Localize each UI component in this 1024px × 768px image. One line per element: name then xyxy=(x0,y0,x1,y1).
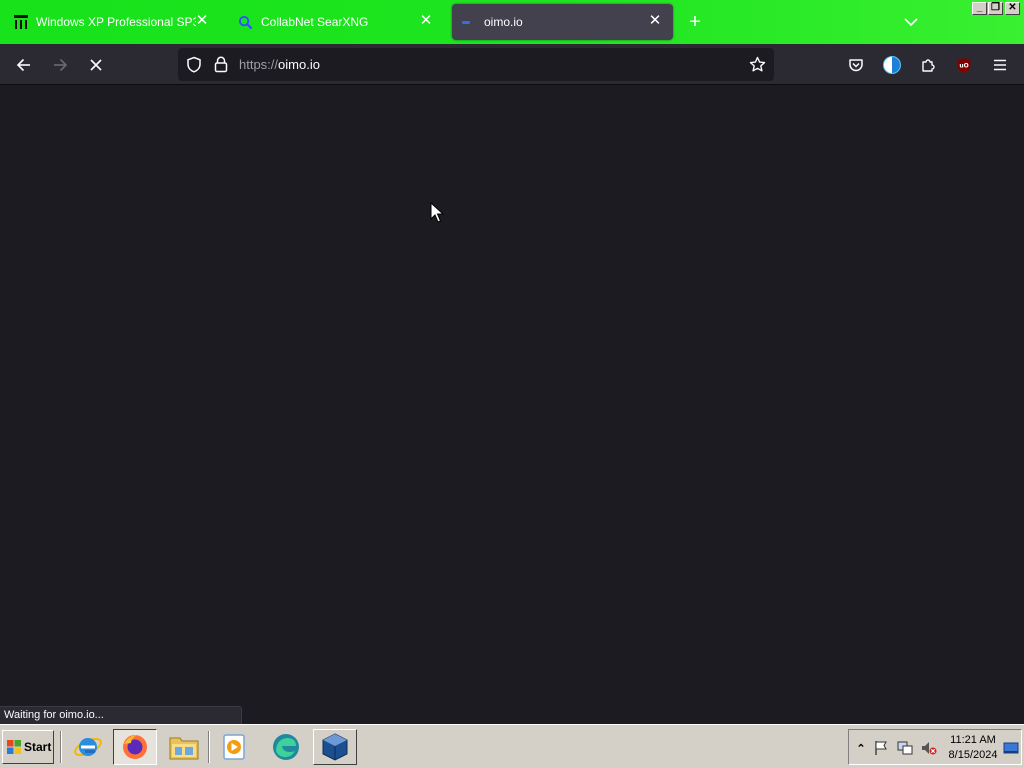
url-host: oimo.io xyxy=(278,57,320,72)
taskbar-internet-explorer[interactable] xyxy=(66,729,110,765)
speaker-icon xyxy=(922,742,937,755)
tab-searxng[interactable]: CollabNet SearXNG ✕ xyxy=(228,4,444,40)
show-desktop-icon xyxy=(1003,742,1019,754)
stop-loading-button[interactable] xyxy=(83,52,109,78)
tracking-protection-shield-icon[interactable] xyxy=(186,56,202,73)
network-icon[interactable] xyxy=(897,740,913,756)
windows-logo-icon xyxy=(7,740,21,754)
flag-icon xyxy=(875,741,887,755)
ublock-icon: uO xyxy=(957,57,971,73)
url-protocol: https:// xyxy=(239,57,279,72)
tab-strip: Windows XP Professional SP3 x86 ✕ Collab… xyxy=(0,0,1024,44)
museum-icon xyxy=(14,15,28,29)
app-menu-button[interactable] xyxy=(987,52,1013,78)
arrow-right-icon xyxy=(54,58,68,72)
searxng-icon xyxy=(238,15,253,29)
mouse-pointer-icon xyxy=(430,202,444,223)
taskbar-separator xyxy=(208,731,210,763)
internet-explorer-icon xyxy=(74,737,102,757)
close-icon xyxy=(90,59,102,71)
firefox-icon xyxy=(123,735,147,759)
action-center-flag-icon[interactable] xyxy=(873,740,889,756)
virtualbox-icon xyxy=(322,733,348,761)
close-tab-icon[interactable]: ✕ xyxy=(418,13,434,29)
taskbar-media-player[interactable] xyxy=(212,729,256,765)
url-text[interactable]: https://oimo.io xyxy=(239,57,320,72)
address-bar[interactable]: https://oimo.io xyxy=(178,48,774,81)
lock-icon[interactable] xyxy=(214,56,228,73)
minimize-button[interactable]: _ xyxy=(972,2,987,15)
volume-muted-icon[interactable] xyxy=(921,740,937,756)
clock-time: 11:21 AM xyxy=(950,734,996,746)
ublock-origin-button[interactable]: uO xyxy=(951,52,977,78)
media-player-icon xyxy=(223,734,245,760)
quick-launch-separator xyxy=(60,731,62,763)
clock-date: 8/15/2024 xyxy=(948,749,998,761)
page-content-area[interactable] xyxy=(0,85,1024,724)
list-all-tabs-icon[interactable] xyxy=(902,14,920,30)
hamburger-menu-icon xyxy=(994,59,1006,71)
start-label: Start xyxy=(24,740,52,754)
arrow-left-icon xyxy=(16,58,30,72)
notification-area: ⌃ 11:21 AM 8/15/2024 xyxy=(848,729,1022,765)
forward-button[interactable] xyxy=(47,52,73,78)
restore-button[interactable]: ❐ xyxy=(988,2,1003,15)
navigation-toolbar: https://oimo.io uO xyxy=(0,44,1024,85)
start-button[interactable]: Start xyxy=(2,730,54,764)
taskbar-firefox[interactable] xyxy=(113,729,157,765)
back-button[interactable] xyxy=(11,52,37,78)
tab-oimo[interactable]: oimo.io ✕ xyxy=(452,4,673,40)
vpn-extension-button[interactable] xyxy=(879,52,905,78)
tab-windows-xp[interactable]: Windows XP Professional SP3 x86 ✕ xyxy=(4,4,220,40)
extensions-button[interactable] xyxy=(915,52,941,78)
taskbar-file-explorer[interactable] xyxy=(162,729,206,765)
close-tab-icon[interactable]: ✕ xyxy=(647,13,663,29)
pocket-button[interactable] xyxy=(843,52,869,78)
status-panel: Waiting for oimo.io... xyxy=(0,706,242,724)
oimo-icon xyxy=(462,20,470,24)
vpn-icon xyxy=(883,56,901,74)
computer-network-icon xyxy=(897,741,913,755)
taskbar-edge[interactable] xyxy=(264,729,308,765)
bookmark-star-icon[interactable] xyxy=(749,56,766,73)
edge-icon xyxy=(273,734,299,760)
show-hidden-icons-chevron-icon[interactable]: ⌃ xyxy=(853,740,869,756)
explorer-icon xyxy=(169,737,199,760)
tab-label: Windows XP Professional SP3 x86 xyxy=(36,15,196,29)
system-clock[interactable]: 11:21 AM 8/15/2024 xyxy=(945,733,1001,763)
svg-text:uO: uO xyxy=(959,62,968,69)
taskbar: Start ⌃ 11:21 AM 8/15/2024 xyxy=(0,724,1024,768)
show-desktop-button[interactable] xyxy=(1003,740,1019,756)
taskbar-virtualbox[interactable] xyxy=(313,729,357,765)
tab-label: oimo.io xyxy=(484,15,523,29)
close-tab-icon[interactable]: ✕ xyxy=(194,13,210,29)
extensions-icon xyxy=(922,59,935,72)
new-tab-button[interactable]: + xyxy=(684,12,706,34)
pocket-icon xyxy=(849,59,863,72)
close-window-button[interactable]: ✕ xyxy=(1005,2,1020,15)
tab-label: CollabNet SearXNG xyxy=(261,15,369,29)
